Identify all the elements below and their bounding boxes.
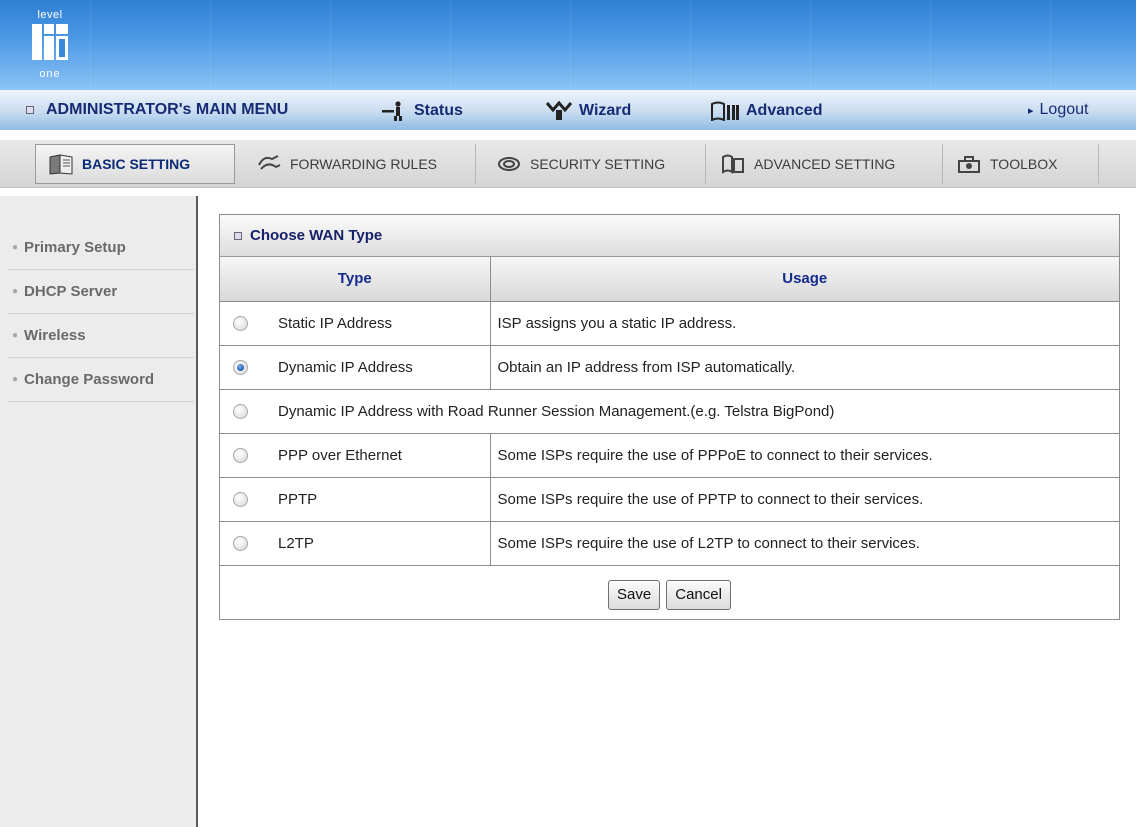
radio-l2tp[interactable] xyxy=(233,535,248,551)
tab-bar: BASIC SETTING FORWARDING RULES SECURITY … xyxy=(0,140,1136,188)
tab-forwarding-rules-label: FORWARDING RULES xyxy=(290,156,438,172)
tab-advanced-setting-label: ADVANCED SETTING xyxy=(754,156,896,172)
tab-forwarding-rules[interactable]: FORWARDING RULES xyxy=(244,144,476,184)
type-label: L2TP xyxy=(278,534,314,552)
sidebar-item-wireless[interactable]: ● Wireless xyxy=(8,314,194,358)
forwarding-rules-icon xyxy=(258,155,281,170)
levelone-logo: level one xyxy=(28,9,72,80)
table-header-row: Type Usage xyxy=(220,257,1119,302)
type-label: PPP over Ethernet xyxy=(278,446,402,464)
bullet-icon: ● xyxy=(12,330,19,341)
column-header-type: Type xyxy=(220,257,491,302)
type-cell: L2TP xyxy=(220,521,491,566)
tab-toolbox-label: TOOLBOX xyxy=(990,156,1058,172)
toolbox-icon xyxy=(958,156,980,173)
usage-cell: Obtain an IP address from ISP automatica… xyxy=(490,345,1119,390)
table-row: Dynamic IP Address Obtain an IP address … xyxy=(220,345,1119,390)
save-button[interactable]: Save xyxy=(608,579,661,610)
type-cell: PPTP xyxy=(220,477,491,522)
radio-pptp[interactable] xyxy=(233,491,248,507)
advanced-link[interactable]: Advanced xyxy=(710,101,822,121)
menu-bullet-icon xyxy=(26,106,34,114)
panel-title: Choose WAN Type xyxy=(250,227,383,244)
usage-cell: Some ISPs require the use of PPPoE to co… xyxy=(490,433,1119,478)
panel-header: Choose WAN Type xyxy=(220,215,1119,257)
type-label: Static IP Address xyxy=(278,314,392,332)
radio-dynamic-ip[interactable] xyxy=(233,359,248,375)
sidebar-item-label: Change Password xyxy=(24,371,155,388)
type-label: Dynamic IP Address xyxy=(278,358,413,376)
advanced-label: Advanced xyxy=(746,102,823,119)
status-person-icon xyxy=(382,101,402,121)
sidebar-item-dhcp-server[interactable]: ● DHCP Server xyxy=(8,270,194,314)
main-menu-title: ADMINISTRATOR's MAIN MENU xyxy=(26,101,288,119)
logout-link[interactable]: ▸ Logout xyxy=(1028,101,1088,119)
sidebar-item-label: DHCP Server xyxy=(24,283,118,300)
tab-advanced-setting[interactable]: ADVANCED SETTING xyxy=(708,144,943,184)
sidebar-item-primary-setup[interactable]: ● Primary Setup xyxy=(8,226,194,270)
radio-road-runner[interactable] xyxy=(233,403,248,419)
type-cell: PPP over Ethernet xyxy=(220,433,491,478)
tab-basic-setting-label: BASIC SETTING xyxy=(82,156,191,172)
wizard-link[interactable]: Wizard xyxy=(545,101,631,121)
type-label: PPTP xyxy=(278,490,318,508)
basic-setting-book-icon xyxy=(49,154,73,175)
header-banner: level one xyxy=(0,0,1136,90)
main-menu-title-text: ADMINISTRATOR's MAIN MENU xyxy=(46,101,289,118)
status-label: Status xyxy=(414,102,463,119)
sidebar: ● Primary Setup ● DHCP Server ● Wireless… xyxy=(0,196,198,827)
radio-pppoe[interactable] xyxy=(233,447,248,463)
cancel-button[interactable]: Cancel xyxy=(666,579,731,610)
bullet-icon: ● xyxy=(12,286,19,297)
table-row: PPP over Ethernet Some ISPs require the … xyxy=(220,433,1119,478)
status-link[interactable]: Status xyxy=(380,101,463,121)
type-cell: Static IP Address xyxy=(220,301,491,346)
table-row: Dynamic IP Address with Road Runner Sess… xyxy=(220,389,1119,434)
advanced-setting-icon xyxy=(722,154,744,174)
tab-basic-setting[interactable]: BASIC SETTING xyxy=(35,144,235,184)
radio-static-ip[interactable] xyxy=(233,315,248,331)
logout-label: Logout xyxy=(1039,101,1089,118)
table-row: L2TP Some ISPs require the use of L2TP t… xyxy=(220,521,1119,566)
sidebar-item-label: Primary Setup xyxy=(24,239,126,256)
table-row: Static IP Address ISP assigns you a stat… xyxy=(220,301,1119,346)
tab-security-setting[interactable]: SECURITY SETTING xyxy=(484,144,706,184)
main-menu-bar: ADMINISTRATOR's MAIN MENU Status Wizard … xyxy=(0,90,1136,130)
sidebar-item-label: Wireless xyxy=(24,327,86,344)
logo-text-one: one xyxy=(39,68,61,80)
sidebar-item-change-password[interactable]: ● Change Password xyxy=(8,358,194,402)
usage-cell: Some ISPs require the use of L2TP to con… xyxy=(490,521,1119,566)
usage-cell: ISP assigns you a static IP address. xyxy=(490,301,1119,346)
tab-toolbox[interactable]: TOOLBOX xyxy=(944,144,1099,184)
panel-bullet-icon xyxy=(234,231,242,240)
type-cell: Dynamic IP Address xyxy=(220,345,491,390)
type-cell-full: Dynamic IP Address with Road Runner Sess… xyxy=(220,389,1119,434)
logo-text-level: level xyxy=(37,9,63,21)
advanced-book-icon xyxy=(711,101,739,121)
wan-type-table: Type Usage Static IP Address ISP assigns… xyxy=(220,257,1119,566)
table-row: PPTP Some ISPs require the use of PPTP t… xyxy=(220,477,1119,522)
column-header-usage: Usage xyxy=(490,257,1119,302)
logo-grid-icon xyxy=(32,24,68,60)
logout-arrow-icon: ▸ xyxy=(1028,104,1034,117)
wizard-icon xyxy=(545,101,573,120)
type-label: Dynamic IP Address with Road Runner Sess… xyxy=(278,402,835,420)
form-buttons: Save Cancel xyxy=(220,566,1119,624)
bullet-icon: ● xyxy=(12,242,19,253)
usage-cell: Some ISPs require the use of PPTP to con… xyxy=(490,477,1119,522)
banner-pattern xyxy=(90,0,1136,90)
wizard-label: Wizard xyxy=(579,102,632,119)
bullet-icon: ● xyxy=(12,374,19,385)
wan-type-panel: Choose WAN Type Type Usage Static IP Add… xyxy=(219,214,1120,620)
security-setting-icon xyxy=(498,157,520,171)
tab-security-setting-label: SECURITY SETTING xyxy=(530,156,666,172)
